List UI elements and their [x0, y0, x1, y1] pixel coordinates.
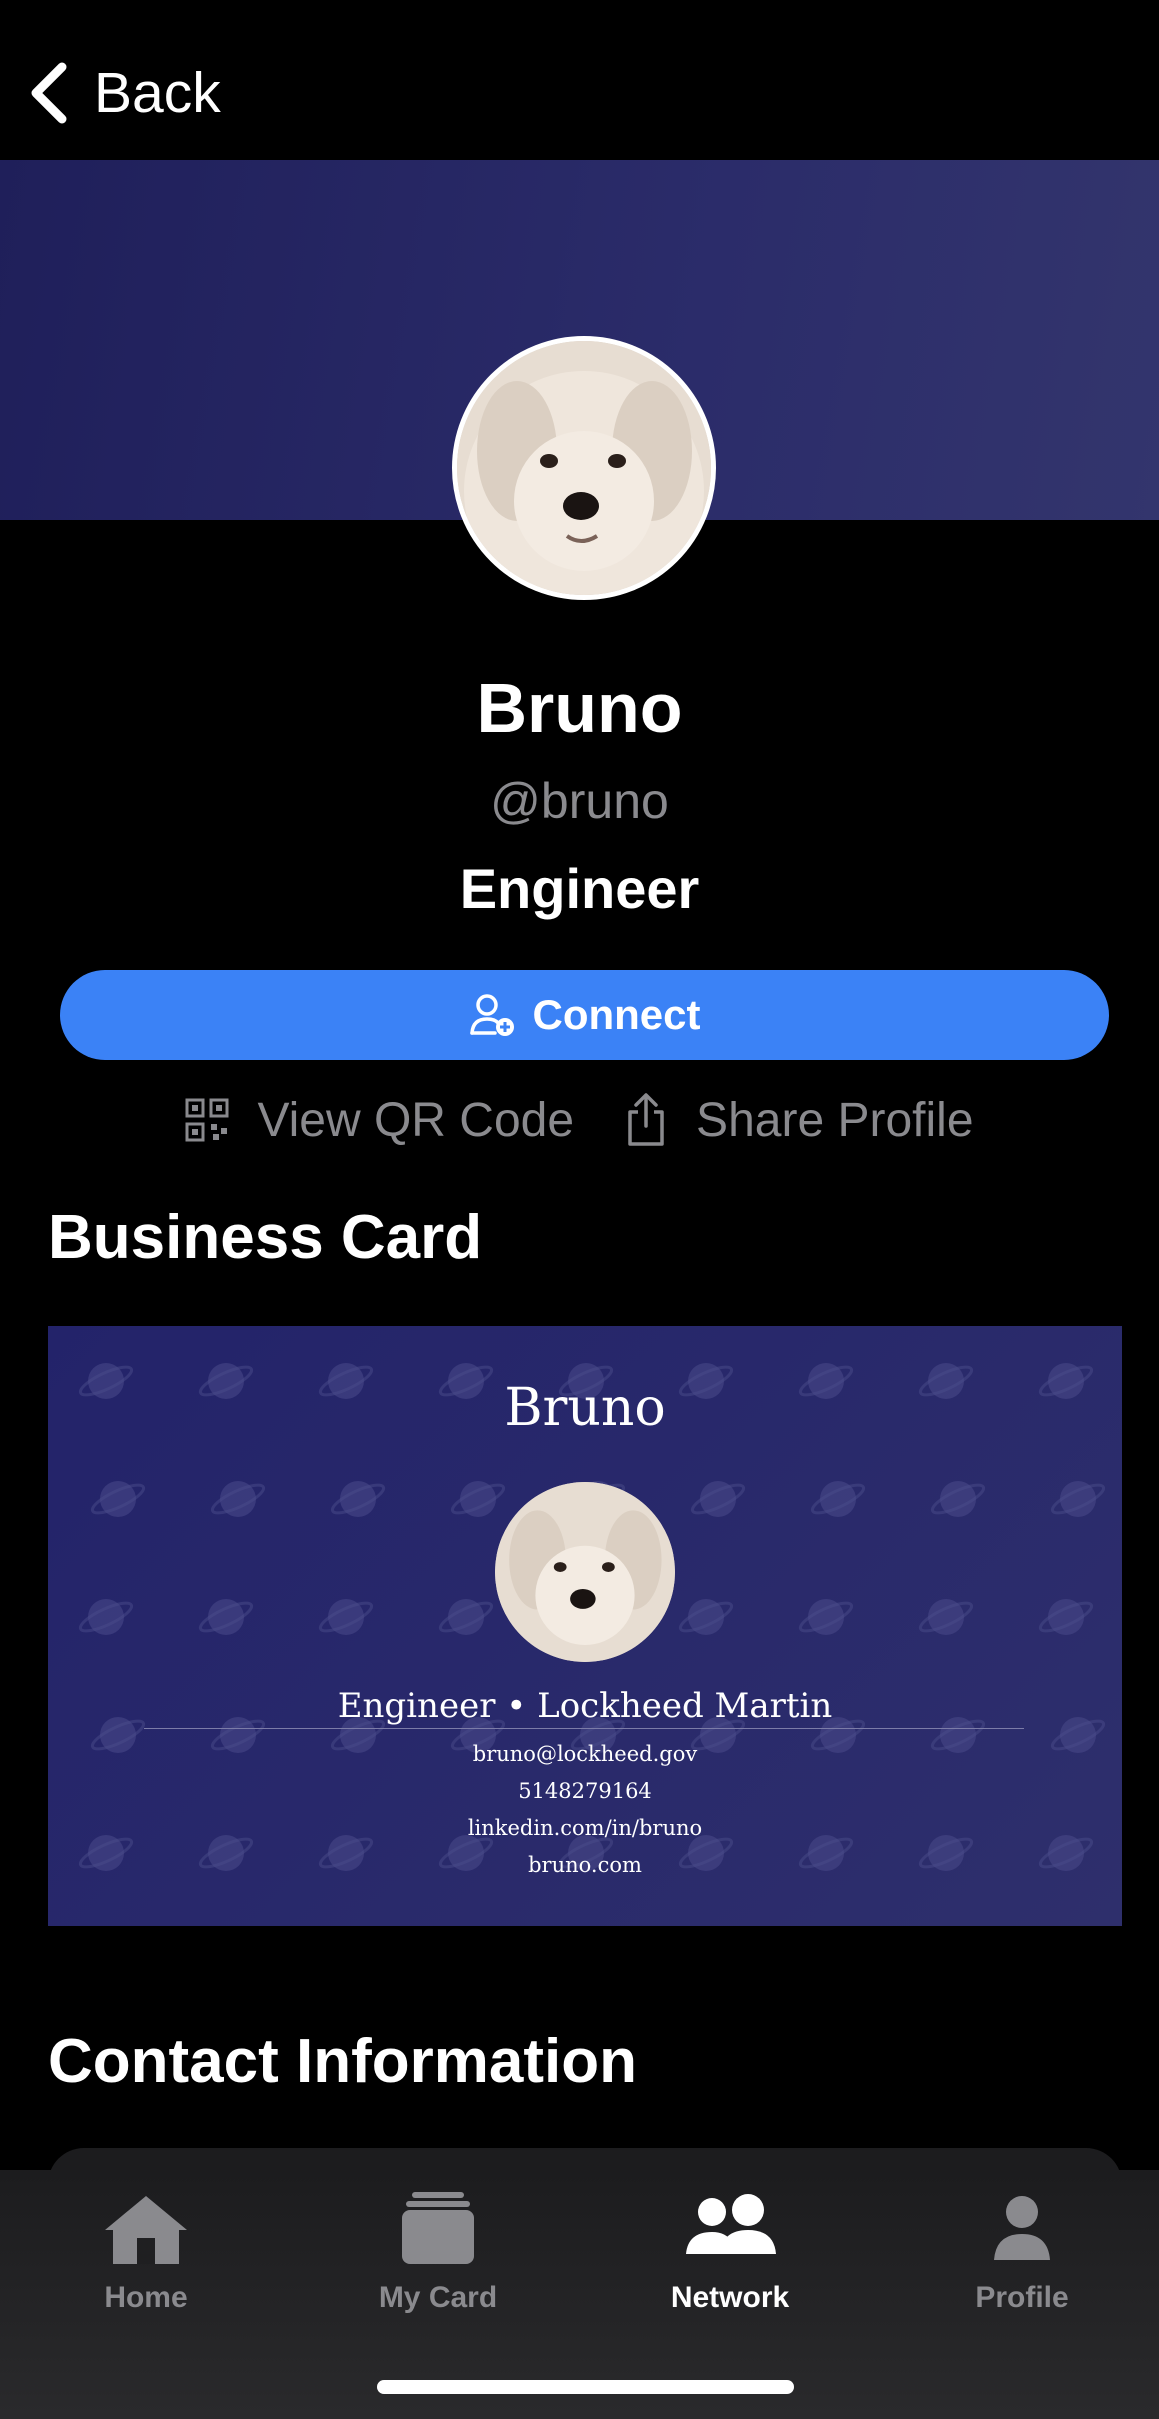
- tab-network-label: Network: [670, 2281, 790, 2314]
- tab-profile[interactable]: Profile: [877, 2190, 1159, 2315]
- planet-decoration: [915, 1596, 977, 1638]
- planet-decoration: [87, 1478, 149, 1520]
- add-person-icon: [469, 994, 514, 1036]
- planet-decoration: [1047, 1478, 1109, 1520]
- card-divider: [144, 1728, 1024, 1729]
- profile-actions: View QR Code Share Profile: [0, 1085, 1159, 1155]
- chevron-left-icon: [31, 62, 67, 124]
- top-nav-bar: Back: [0, 0, 1159, 160]
- planet-decoration: [195, 1596, 257, 1638]
- card-avatar: [495, 1482, 675, 1662]
- business-card[interactable]: Bruno Engineer • Lockheed Martin bruno@l…: [48, 1326, 1122, 1926]
- profile-title: Engineer: [459, 857, 700, 920]
- people-icon: [686, 2194, 776, 2254]
- qr-code-icon: [185, 1098, 229, 1142]
- business-card-heading: Business Card: [48, 1203, 483, 1272]
- contact-info-heading: Contact Information: [48, 2027, 637, 2096]
- tab-my-card-label: My Card: [378, 2281, 498, 2314]
- card-email: bruno@lockheed.gov: [472, 1742, 698, 1766]
- back-button[interactable]: Back: [26, 58, 221, 128]
- planet-decoration: [447, 1478, 509, 1520]
- card-phone: 5148279164: [518, 1779, 652, 1803]
- tab-my-card[interactable]: My Card: [293, 2190, 583, 2315]
- card-linkedin: linkedin.com/in/bruno: [467, 1816, 703, 1840]
- planet-decoration: [75, 1596, 137, 1638]
- back-label: Back: [94, 61, 221, 125]
- tab-profile-label: Profile: [975, 2281, 1069, 2314]
- planet-decoration: [315, 1596, 377, 1638]
- card-name: Bruno: [504, 1378, 666, 1438]
- planet-decoration: [207, 1478, 269, 1520]
- card-avatar-photo: [495, 1482, 675, 1662]
- share-profile-button[interactable]: Share Profile: [624, 1085, 974, 1155]
- person-icon: [994, 2196, 1050, 2260]
- planet-decoration: [927, 1478, 989, 1520]
- profile-avatar: [452, 336, 716, 600]
- tab-network[interactable]: Network: [585, 2190, 875, 2315]
- planet-decoration: [687, 1478, 749, 1520]
- share-icon: [628, 1093, 664, 1146]
- planet-decoration: [795, 1596, 857, 1638]
- connect-button[interactable]: Connect: [60, 970, 1109, 1060]
- planet-decoration: [675, 1596, 737, 1638]
- share-profile-label: Share Profile: [696, 1093, 974, 1147]
- planet-decoration: [807, 1478, 869, 1520]
- planet-decoration: [435, 1596, 497, 1638]
- home-icon: [105, 2196, 187, 2264]
- card-role: Engineer • Lockheed Martin: [337, 1686, 833, 1726]
- planet-decoration: [1035, 1596, 1097, 1638]
- card-stack-icon: [402, 2192, 474, 2264]
- profile-handle: @bruno: [490, 773, 669, 829]
- view-qr-button[interactable]: View QR Code: [185, 1085, 574, 1155]
- view-qr-label: View QR Code: [257, 1093, 575, 1147]
- card-website: bruno.com: [528, 1853, 642, 1877]
- avatar-photo: [457, 341, 711, 595]
- tab-home[interactable]: Home: [1, 2190, 291, 2315]
- profile-name: Bruno: [476, 669, 683, 747]
- planet-decoration: [327, 1478, 389, 1520]
- connect-label: Connect: [532, 991, 701, 1038]
- tab-home-label: Home: [104, 2281, 188, 2314]
- home-indicator: [377, 2380, 794, 2394]
